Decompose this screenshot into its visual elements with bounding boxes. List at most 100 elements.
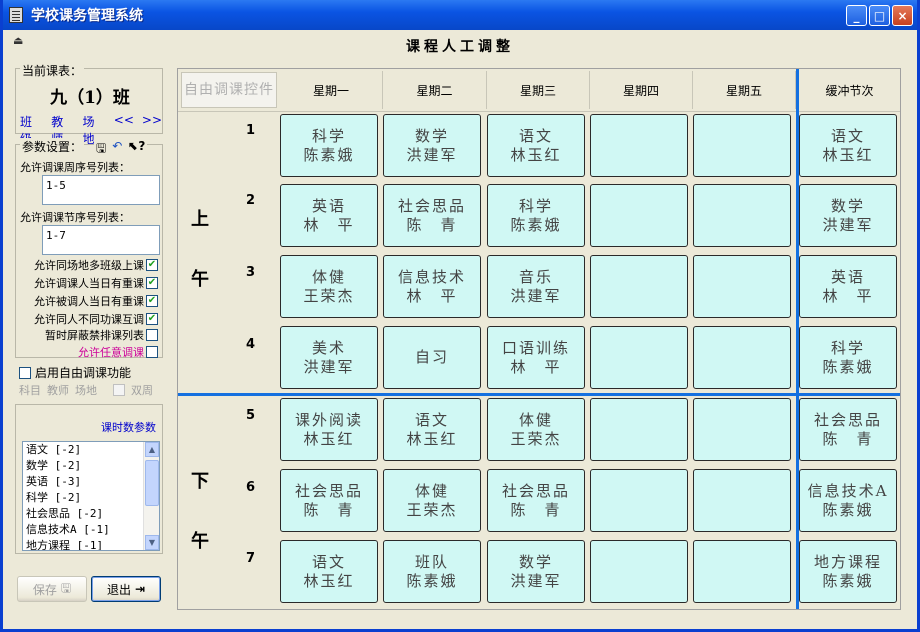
afternoon-label: 午 (191, 531, 209, 552)
lesson-cell[interactable]: 科学 陈素娥 (280, 114, 378, 177)
lesson-cell[interactable]: 体健 王荣杰 (280, 255, 378, 318)
option-row[interactable]: 允许调课人当日有重课 ✔ (34, 275, 158, 291)
option-checkbox[interactable]: ✔ (146, 277, 158, 289)
save-button[interactable]: 保存 🖫 (17, 576, 87, 602)
lesson-cell[interactable]: 信息技术林 平 (383, 255, 481, 318)
lesson-subject: 口语训练 (501, 338, 570, 357)
lesson-subject: 科学 (518, 196, 553, 215)
free-adjust-row[interactable]: 启用自由调课功能 (19, 364, 131, 381)
lesson-cell[interactable] (693, 398, 791, 461)
listbox-scrollbar[interactable]: ▲ ▼ (143, 442, 159, 550)
buffer-lesson-cell[interactable]: 信息技术A 陈素娥 (799, 469, 897, 532)
undo-icon[interactable]: ↶ (112, 139, 122, 160)
lesson-cell[interactable]: 社会思品陈 青 (383, 184, 481, 247)
lesson-cell[interactable]: 英语林 平 (280, 184, 378, 247)
list-item[interactable]: 科学 [-2] (23, 490, 159, 506)
lesson-cell[interactable]: 班队 陈素娥 (383, 540, 481, 603)
lesson-cell[interactable] (590, 326, 688, 389)
free-adjust-checkbox[interactable] (19, 366, 31, 379)
option-checkbox[interactable] (146, 329, 158, 341)
lesson-cell[interactable]: 语文 林玉红 (280, 540, 378, 603)
buffer-lesson-cell[interactable]: 英语林 平 (799, 255, 897, 318)
buffer-lesson-cell[interactable]: 数学 洪建军 (799, 184, 897, 247)
week-list-input[interactable]: 1-5 (42, 175, 160, 205)
list-item[interactable]: 英语 [-3] (23, 474, 159, 490)
scroll-up-icon[interactable]: ▲ (145, 442, 159, 457)
lesson-cell[interactable] (693, 255, 791, 318)
option-row[interactable]: 暂时屏蔽禁排课列表 (45, 327, 158, 343)
lesson-cell[interactable]: 自习 (383, 326, 481, 389)
lesson-cell[interactable]: 科学 陈素娥 (487, 184, 585, 247)
list-item[interactable]: 地方课程 [-1] (23, 538, 159, 550)
lesson-cell[interactable]: 数学 洪建军 (383, 114, 481, 177)
exit-button[interactable]: 退出 ⇥ (91, 576, 161, 602)
period-list-input[interactable]: 1-7 (42, 225, 160, 255)
day-header: 星期三 (487, 71, 590, 109)
lesson-cell[interactable] (693, 184, 791, 247)
lesson-teacher: 陈 青 (822, 429, 874, 448)
option-checkbox[interactable]: ✔ (146, 295, 158, 307)
buffer-lesson-cell[interactable]: 科学 陈素娥 (799, 326, 897, 389)
help-icon[interactable]: ⬉? (128, 139, 145, 160)
lesson-cell[interactable]: 美术 洪建军 (280, 326, 378, 389)
lesson-cell[interactable]: 体健 王荣杰 (383, 469, 481, 532)
list-item[interactable]: 数学 [-2] (23, 458, 159, 474)
lesson-subject: 自习 (414, 348, 449, 366)
maximize-button[interactable]: □ (869, 5, 890, 26)
title-bar[interactable]: 学校课务管理系统 _ □ × (3, 0, 917, 30)
lesson-cell[interactable] (590, 469, 688, 532)
lesson-cell[interactable] (590, 540, 688, 603)
save-disk-icon[interactable]: 🖫 (96, 139, 106, 160)
option-checkbox[interactable] (146, 346, 158, 358)
list-item[interactable]: 社会思品 [-2] (23, 506, 159, 522)
lesson-cell[interactable] (590, 398, 688, 461)
option-row[interactable]: 允许同场地多班级上课 ✔ (34, 257, 158, 273)
lesson-teacher: 陈素娥 (510, 215, 562, 234)
scroll-thumb[interactable] (145, 460, 159, 506)
app-icon (9, 7, 23, 23)
option-row[interactable]: 允许同人不同功课互调 ✔ (34, 311, 158, 327)
lesson-cell[interactable]: 社会思品陈 青 (487, 469, 585, 532)
lesson-subject: 科学 (830, 338, 865, 357)
lesson-cell[interactable]: 语文 林玉红 (487, 114, 585, 177)
option-row[interactable]: 允许任意调课 (78, 344, 158, 360)
lesson-cell[interactable]: 体健 王荣杰 (487, 398, 585, 461)
lesson-teacher: 王荣杰 (406, 500, 458, 519)
lesson-teacher: 洪建军 (406, 145, 458, 164)
buffer-lesson-cell[interactable]: 地方课程 陈素娥 (799, 540, 897, 603)
lesson-cell[interactable] (693, 114, 791, 177)
lesson-cell[interactable]: 语文 林玉红 (383, 398, 481, 461)
exit-label: 退出 (106, 582, 131, 597)
scroll-down-icon[interactable]: ▼ (145, 535, 159, 550)
lesson-cell[interactable] (590, 184, 688, 247)
close-button[interactable]: × (892, 5, 913, 26)
lesson-cell[interactable]: 课外阅读 林玉红 (280, 398, 378, 461)
buffer-lesson-cell[interactable]: 语文 林玉红 (799, 114, 897, 177)
lesson-cell[interactable]: 数学 洪建军 (487, 540, 585, 603)
period-number: 2 (246, 193, 256, 208)
lesson-cell[interactable]: 口语训练林 平 (487, 326, 585, 389)
lesson-cell[interactable] (693, 469, 791, 532)
double-week-checkbox[interactable] (113, 384, 125, 396)
list-item[interactable]: 语文 [-2] (23, 442, 159, 458)
free-adjust-control-button[interactable]: 自由调课控件 (181, 72, 277, 108)
lesson-cell[interactable] (590, 255, 688, 318)
lesson-subject: 社会思品 (397, 196, 466, 215)
option-checkbox[interactable]: ✔ (146, 313, 158, 325)
lesson-teacher: 林玉红 (510, 145, 562, 164)
buffer-lesson-cell[interactable]: 社会思品陈 青 (799, 398, 897, 461)
lesson-cell[interactable]: 社会思品陈 青 (280, 469, 378, 532)
hours-listbox[interactable]: 语文 [-2] 数学 [-2] 英语 [-3] 科学 [-2] 社会思品 [-2… (22, 441, 160, 551)
lesson-cell[interactable] (693, 326, 791, 389)
lesson-cell[interactable] (590, 114, 688, 177)
lesson-subject: 体健 (518, 410, 553, 429)
free-adjust-label: 启用自由调课功能 (35, 366, 132, 380)
lesson-cell[interactable]: 音乐 洪建军 (487, 255, 585, 318)
minimize-button[interactable]: _ (846, 5, 867, 26)
option-checkbox[interactable]: ✔ (146, 259, 158, 271)
list-item[interactable]: 信息技术A [-1] (23, 522, 159, 538)
lesson-cell[interactable] (693, 540, 791, 603)
period-list-label: 允许调课节序号列表： (20, 211, 130, 224)
exit-door-icon: ⇥ (134, 582, 146, 596)
option-row[interactable]: 允许被调人当日有重课 ✔ (34, 293, 158, 309)
